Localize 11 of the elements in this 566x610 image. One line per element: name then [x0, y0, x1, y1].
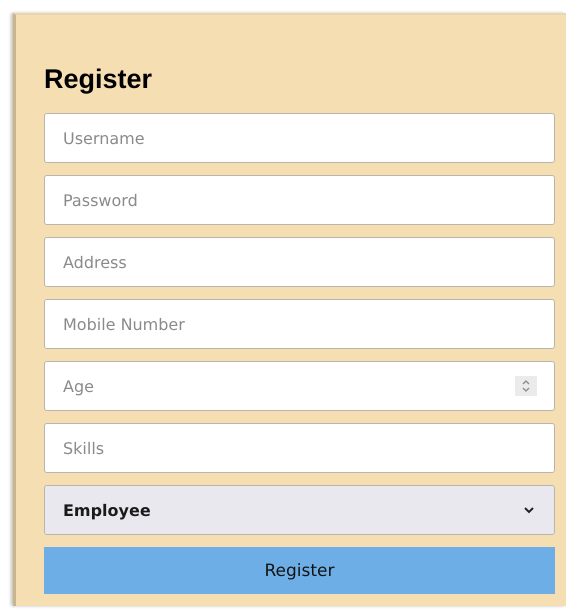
input-field[interactable]: Mobile Number	[44, 299, 555, 349]
form-title: Register	[44, 63, 154, 95]
register-button[interactable]: Register	[44, 547, 555, 594]
spinner-icon[interactable]	[515, 376, 537, 396]
age-field[interactable]: Age	[44, 361, 555, 411]
role-select[interactable]: Employee	[44, 485, 555, 535]
chevron-down-icon	[522, 505, 536, 515]
input-field[interactable]: Username	[44, 113, 555, 163]
input-field[interactable]: Password	[44, 175, 555, 225]
input-field[interactable]: Skills	[44, 423, 555, 473]
input-field[interactable]: Address	[44, 237, 555, 287]
